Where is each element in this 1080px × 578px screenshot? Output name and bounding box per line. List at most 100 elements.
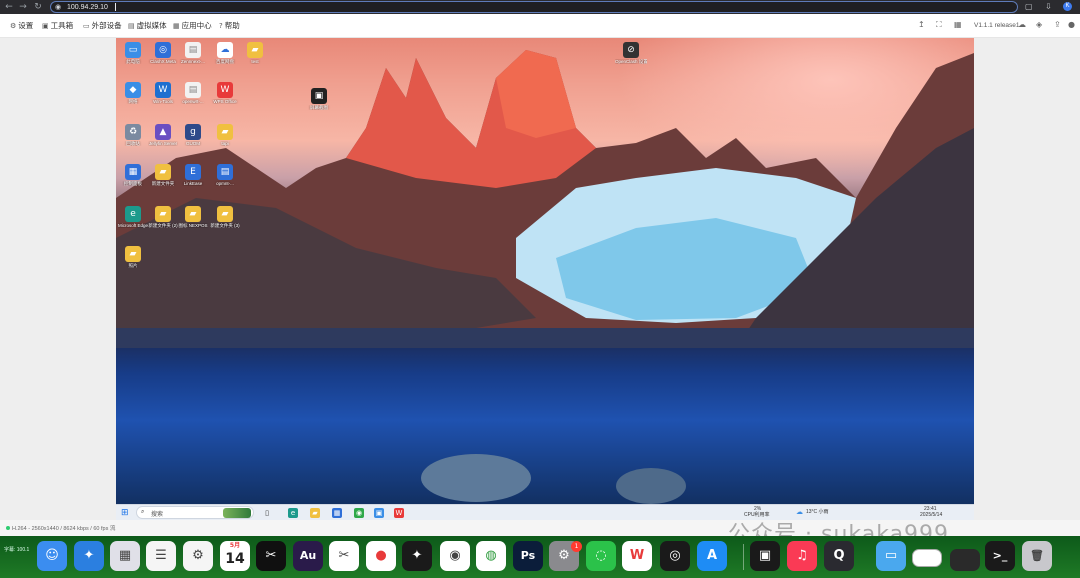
devices-menu[interactable]: ▭ 外部设备 <box>83 20 122 31</box>
dock-app-trash[interactable]: 🗑 <box>1022 541 1052 571</box>
dock-app-safari[interactable]: ✦ <box>74 541 104 571</box>
dock-app-window[interactable] <box>912 549 942 567</box>
desktop-icon-test[interactable]: ▰ test <box>240 42 270 64</box>
desktop-icon-wintools[interactable]: W Win-Tools <box>148 82 178 104</box>
desktop-icon-network[interactable]: ◆ 网络 <box>118 82 148 104</box>
store-taskbar-icon[interactable]: ▦ <box>332 508 342 518</box>
arrow-right-icon[interactable]: → <box>18 2 28 12</box>
desktop-icon-photos[interactable]: ▰ 照片 <box>118 246 148 268</box>
remote-desktop[interactable]: ▭ 此电脑 ◎ ClashX.Meta ▤ Zennnext-... ☁ 百度网盘 ▰ t… <box>116 38 974 504</box>
windows-start-icon[interactable]: ⊞ <box>121 508 129 518</box>
capcut-pro-icon: ✂ <box>338 548 350 563</box>
dock-app-obs[interactable]: ◎ <box>660 541 690 571</box>
shield-icon[interactable]: ◈ <box>1036 20 1042 29</box>
desktop-icon-file[interactable]: ▤ Zennnext-... <box>178 42 208 64</box>
desktop-icon-new-folder-2[interactable]: ▰ 新建文件夹 (2) <box>148 206 178 228</box>
site-info-icon[interactable]: ◉ <box>55 3 61 11</box>
desktop-icon-label: Zennnext-... <box>180 59 205 64</box>
desktop-icon-recycle[interactable]: ♻ 回收站 <box>118 124 148 146</box>
computer-icon: ▭ <box>125 42 141 58</box>
url-text[interactable]: 100.94.29.10 <box>67 3 108 12</box>
desktop-icon-edge[interactable]: e Microsoft Edge <box>118 206 148 228</box>
weather-text[interactable]: 13°C 小雨 <box>806 510 829 515</box>
expand-icon[interactable]: ⛶ <box>936 20 942 30</box>
desktop-icon-clash[interactable]: ◎ ClashX.Meta <box>148 42 178 64</box>
dock-app-window-2[interactable] <box>950 549 980 571</box>
grid-icon[interactable]: ▦ <box>954 20 962 29</box>
dock-app-folder[interactable]: ▭ <box>876 541 906 571</box>
desktop-icon-control-panel[interactable]: ▦ 控制面板 <box>118 164 148 186</box>
arrow-left-icon[interactable]: ← <box>4 2 14 12</box>
desktop-icon-wps[interactable]: W WPS Office <box>210 82 240 104</box>
desktop-icon-openclash[interactable]: ⊘ OpenClash 设置 <box>615 42 647 64</box>
dock-app-launchpad[interactable]: ▦ <box>110 541 140 571</box>
desktop-icon-opmnt[interactable]: ▤ opmnt-... <box>210 164 240 186</box>
extensions-icon[interactable]: ▢ <box>1025 2 1033 11</box>
media-icon: ▤ <box>128 21 135 30</box>
fullscreen-icon[interactable]: ↥ <box>918 20 925 29</box>
search-highlight-image <box>223 508 251 518</box>
settings-menu[interactable]: ⚙ 设置 <box>10 20 33 31</box>
desktop-icon-label: Jellyfin Server <box>148 141 178 146</box>
toolbox-label: 工具箱 <box>50 21 74 30</box>
desktop-icon-openwrt[interactable]: ▤ openwrt-... <box>178 82 208 104</box>
dock-app-signal[interactable]: ◉ <box>440 541 470 571</box>
help-menu[interactable]: ? 帮助 <box>219 20 240 31</box>
download-icon[interactable]: ⇩ <box>1045 2 1052 11</box>
dock-app-apple-store[interactable]: ● <box>366 541 396 571</box>
dock-app-music[interactable]: ♫ <box>787 541 817 571</box>
weather-icon: ☁ <box>796 509 803 516</box>
user-icon[interactable]: ● <box>1068 20 1075 29</box>
dock-app-audition[interactable]: Au <box>293 541 323 571</box>
launchpad-icon: ▦ <box>118 548 132 563</box>
dock-app-chrome[interactable]: ◍ <box>476 541 506 571</box>
dock-app-reminders[interactable]: ☰ <box>146 541 176 571</box>
desktop-icon-label: 百度网盘 <box>216 59 234 64</box>
share-icon[interactable]: ⇪ <box>1054 20 1061 29</box>
guom-icon: g <box>185 124 201 140</box>
address-bar[interactable]: ◉ 100.94.29.10 <box>50 1 1018 13</box>
dock-app-finder[interactable]: ☺ <box>37 541 67 571</box>
reload-icon[interactable]: ↻ <box>33 2 43 12</box>
browser-chrome: ← → ↻ ◉ 100.94.29.10 ▢ ⇩ K <box>0 0 1080 14</box>
dock-app-app-store[interactable]: A <box>697 541 727 571</box>
desktop-icon-jellyfin[interactable]: ▲ Jellyfin Server <box>148 124 178 146</box>
desktop-icon-new-folder-3[interactable]: ▰ 新建文件夹 (3) <box>210 206 240 228</box>
app-toolbar: ⚙ 设置 ▣ 工具箱 ▭ 外部设备 ▤ 虚拟媒体 ▦ 应用中心 ? 帮助 ↥ ⛶ ▦ V1.… <box>0 14 1080 38</box>
toolbox-menu[interactable]: ▣ 工具箱 <box>42 20 73 31</box>
desktop-icon-label: 照片 <box>128 263 138 268</box>
dock-app-terminal[interactable]: >_ <box>985 541 1015 571</box>
desktop-icon-tapi[interactable]: ▰ tapi <box>210 124 240 146</box>
desktop-icon-nexpos[interactable]: ▰ 图标 NEXPOS <box>178 206 208 228</box>
dock-app-wps[interactable]: W <box>622 541 652 571</box>
dock-app-calendar[interactable]: 5月 14 <box>220 541 250 571</box>
app-center-menu[interactable]: ▦ 应用中心 <box>173 20 212 31</box>
desktop-icon-screenshot[interactable]: ▣ 屏幕截图 <box>304 88 334 110</box>
explorer-taskbar-icon[interactable]: ▰ <box>310 508 320 518</box>
cloud-icon[interactable]: ☁ <box>1018 20 1026 29</box>
dock-app-capcut[interactable]: ✂ <box>256 541 286 571</box>
desktop-icon-new-folder[interactable]: ▰ 新建文件夹 <box>148 164 178 186</box>
dock-app-screen-capture[interactable]: ▣ <box>750 541 780 571</box>
dock-app-final-cut[interactable]: ✦ <box>402 541 432 571</box>
app2-taskbar-icon[interactable]: ▣ <box>374 508 384 518</box>
task-view-icon[interactable]: ▯ <box>262 508 272 518</box>
desktop-icon-label: 新建文件夹 (2) <box>148 223 178 228</box>
dock-app-capcut-pro[interactable]: ✂ <box>329 541 359 571</box>
final-cut-icon: ✦ <box>411 548 423 563</box>
windows-search-box[interactable]: ⌕ 搜索 <box>136 506 254 519</box>
desktop-icon-baidu[interactable]: ☁ 百度网盘 <box>210 42 240 64</box>
control-panel-icon: ▦ <box>125 164 141 180</box>
dock-app-photoshop[interactable]: Ps <box>513 541 543 571</box>
dock-app-quicktime[interactable]: Q <box>824 541 854 571</box>
wps-taskbar-icon[interactable]: W <box>394 508 404 518</box>
dock-app-wechat[interactable]: ◌ <box>586 541 616 571</box>
edge-taskbar-icon[interactable]: e <box>288 508 298 518</box>
virtual-media-menu[interactable]: ▤ 虚拟媒体 <box>128 20 167 31</box>
dock-app-screen-sharing[interactable]: ⚙ <box>183 541 213 571</box>
desktop-icon-linkease[interactable]: E LinkEase <box>178 164 208 186</box>
profile-avatar[interactable]: K <box>1063 2 1072 11</box>
desktop-icon-guom[interactable]: g GUOM <box>178 124 208 146</box>
app-taskbar-icon[interactable]: ◉ <box>354 508 364 518</box>
desktop-icon-this-pc[interactable]: ▭ 此电脑 <box>118 42 148 64</box>
